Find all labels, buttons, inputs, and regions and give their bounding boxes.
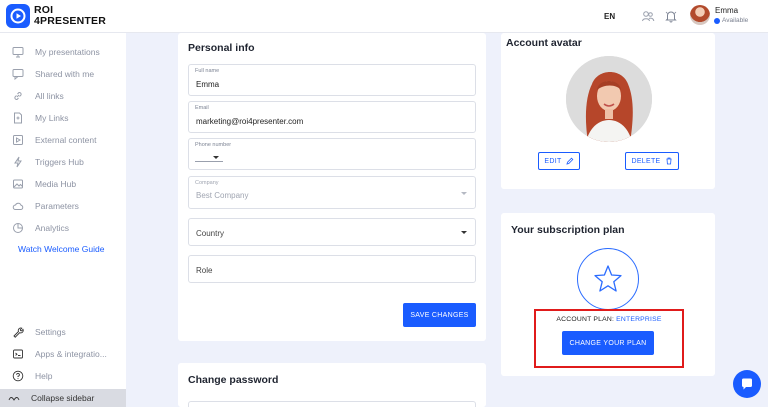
change-password-title: Change password [188, 374, 279, 386]
users-icon[interactable] [641, 9, 655, 23]
profile-photo [566, 56, 652, 142]
status-dot-icon [714, 17, 720, 24]
presentation-icon [12, 47, 24, 58]
account-avatar-image [566, 56, 652, 142]
chevron-down-icon [461, 231, 467, 234]
sidebar-item-my-links[interactable]: My Links [0, 109, 126, 127]
logo-icon [6, 4, 30, 28]
link-icon [14, 92, 22, 100]
top-bar: ROI 4PRESENTER EN Emma Available [0, 0, 768, 33]
help-icon [12, 370, 24, 382]
role-placeholder: Role [196, 266, 213, 275]
full-name-value: Emma [196, 80, 220, 89]
country-code-dropdown[interactable] [195, 152, 223, 162]
analytics-icon [13, 223, 23, 233]
image-icon [13, 179, 23, 189]
collapse-icon [8, 397, 20, 401]
sidebar-item-label: My presentations [35, 47, 100, 57]
email-value: marketing@roi4presenter.com [196, 117, 304, 126]
subscription-title: Your subscription plan [511, 224, 625, 236]
chevron-down-icon [213, 156, 219, 159]
chevron-down-icon [461, 192, 467, 195]
lightning-icon [14, 156, 22, 168]
sidebar-item-label: Apps & integratio... [35, 349, 107, 359]
user-avatar[interactable] [690, 5, 710, 25]
sidebar-item-apps-integrations[interactable]: Apps & integratio... [0, 345, 126, 363]
delete-avatar-label: DELETE [631, 157, 661, 165]
cloud-icon [12, 202, 24, 210]
pencil-icon [566, 157, 573, 165]
sidebar-item-parameters[interactable]: Parameters [0, 197, 126, 215]
wrench-icon [13, 327, 24, 338]
sidebar-item-media-hub[interactable]: Media Hub [0, 175, 126, 193]
plan-badge [577, 248, 639, 310]
personal-info-title: Personal info [188, 42, 255, 54]
edit-avatar-button[interactable]: EDIT [538, 152, 580, 170]
company-value: Best Company [196, 191, 249, 200]
sidebar-item-triggers-hub[interactable]: Triggers Hub [0, 153, 126, 171]
user-status: Available [714, 17, 748, 24]
watch-welcome-guide-link[interactable]: Watch Welcome Guide [0, 240, 126, 258]
edit-avatar-label: EDIT [544, 157, 562, 165]
company-field: Company Best Company [188, 176, 476, 209]
sidebar: My presentations Shared with me All link… [0, 33, 126, 407]
sidebar-item-external-content[interactable]: External content [0, 131, 126, 149]
trash-icon [666, 157, 672, 165]
document-icon [14, 112, 22, 124]
current-password-field[interactable] [188, 401, 476, 407]
sidebar-item-label: All links [35, 91, 64, 101]
country-placeholder: Country [196, 229, 225, 238]
sidebar-item-label: Parameters [35, 201, 79, 211]
brand-name-line2: 4PRESENTER [34, 15, 107, 27]
company-label: Company [195, 180, 219, 186]
sidebar-item-label: Triggers Hub [35, 157, 84, 167]
sidebar-item-label: My Links [35, 113, 69, 123]
highlight-box [534, 309, 684, 368]
full-name-field[interactable]: Full name Emma [188, 64, 476, 96]
sidebar-item-settings[interactable]: Settings [0, 323, 126, 341]
phone-number-label: Phone number [195, 142, 232, 148]
star-icon [594, 265, 622, 292]
sidebar-item-label: External content [35, 135, 97, 145]
collapse-sidebar-label: Collapse sidebar [31, 393, 95, 403]
user-name[interactable]: Emma [715, 6, 738, 15]
sidebar-item-shared-with-me[interactable]: Shared with me [0, 65, 126, 83]
chat-widget-button[interactable] [733, 370, 761, 398]
email-field[interactable]: Email marketing@roi4presenter.com [188, 101, 476, 133]
external-content-icon [13, 135, 23, 145]
user-status-label: Available [722, 17, 749, 24]
chat-icon [12, 69, 24, 80]
sidebar-item-help[interactable]: Help [0, 367, 126, 385]
delete-avatar-button[interactable]: DELETE [625, 152, 679, 170]
collapse-sidebar-button[interactable]: Collapse sidebar [0, 389, 126, 407]
sidebar-item-label: Help [35, 371, 53, 381]
phone-number-field[interactable]: Phone number [188, 138, 476, 170]
brand-name: ROI 4PRESENTER [34, 5, 106, 27]
sidebar-item-all-links[interactable]: All links [0, 87, 126, 105]
full-name-label: Full name [195, 68, 220, 74]
sidebar-item-analytics[interactable]: Analytics [0, 219, 126, 237]
sidebar-item-label: Media Hub [35, 179, 77, 189]
sidebar-item-label: Shared with me [35, 69, 95, 79]
language-selector[interactable]: EN [604, 12, 615, 21]
bell-icon[interactable] [664, 9, 678, 23]
sidebar-item-my-presentations[interactable]: My presentations [0, 43, 126, 61]
sidebar-item-label: Settings [35, 327, 66, 337]
terminal-icon [13, 349, 23, 359]
sidebar-item-label: Analytics [35, 223, 70, 233]
email-label: Email [195, 105, 209, 111]
chat-bubble-icon [742, 378, 752, 390]
country-select[interactable]: Country [188, 218, 476, 246]
app-logo[interactable]: ROI 4PRESENTER [6, 4, 106, 28]
account-avatar-title: Account avatar [506, 37, 582, 49]
role-input[interactable]: Role [188, 255, 476, 283]
save-changes-button[interactable]: SAVE CHANGES [403, 303, 476, 327]
